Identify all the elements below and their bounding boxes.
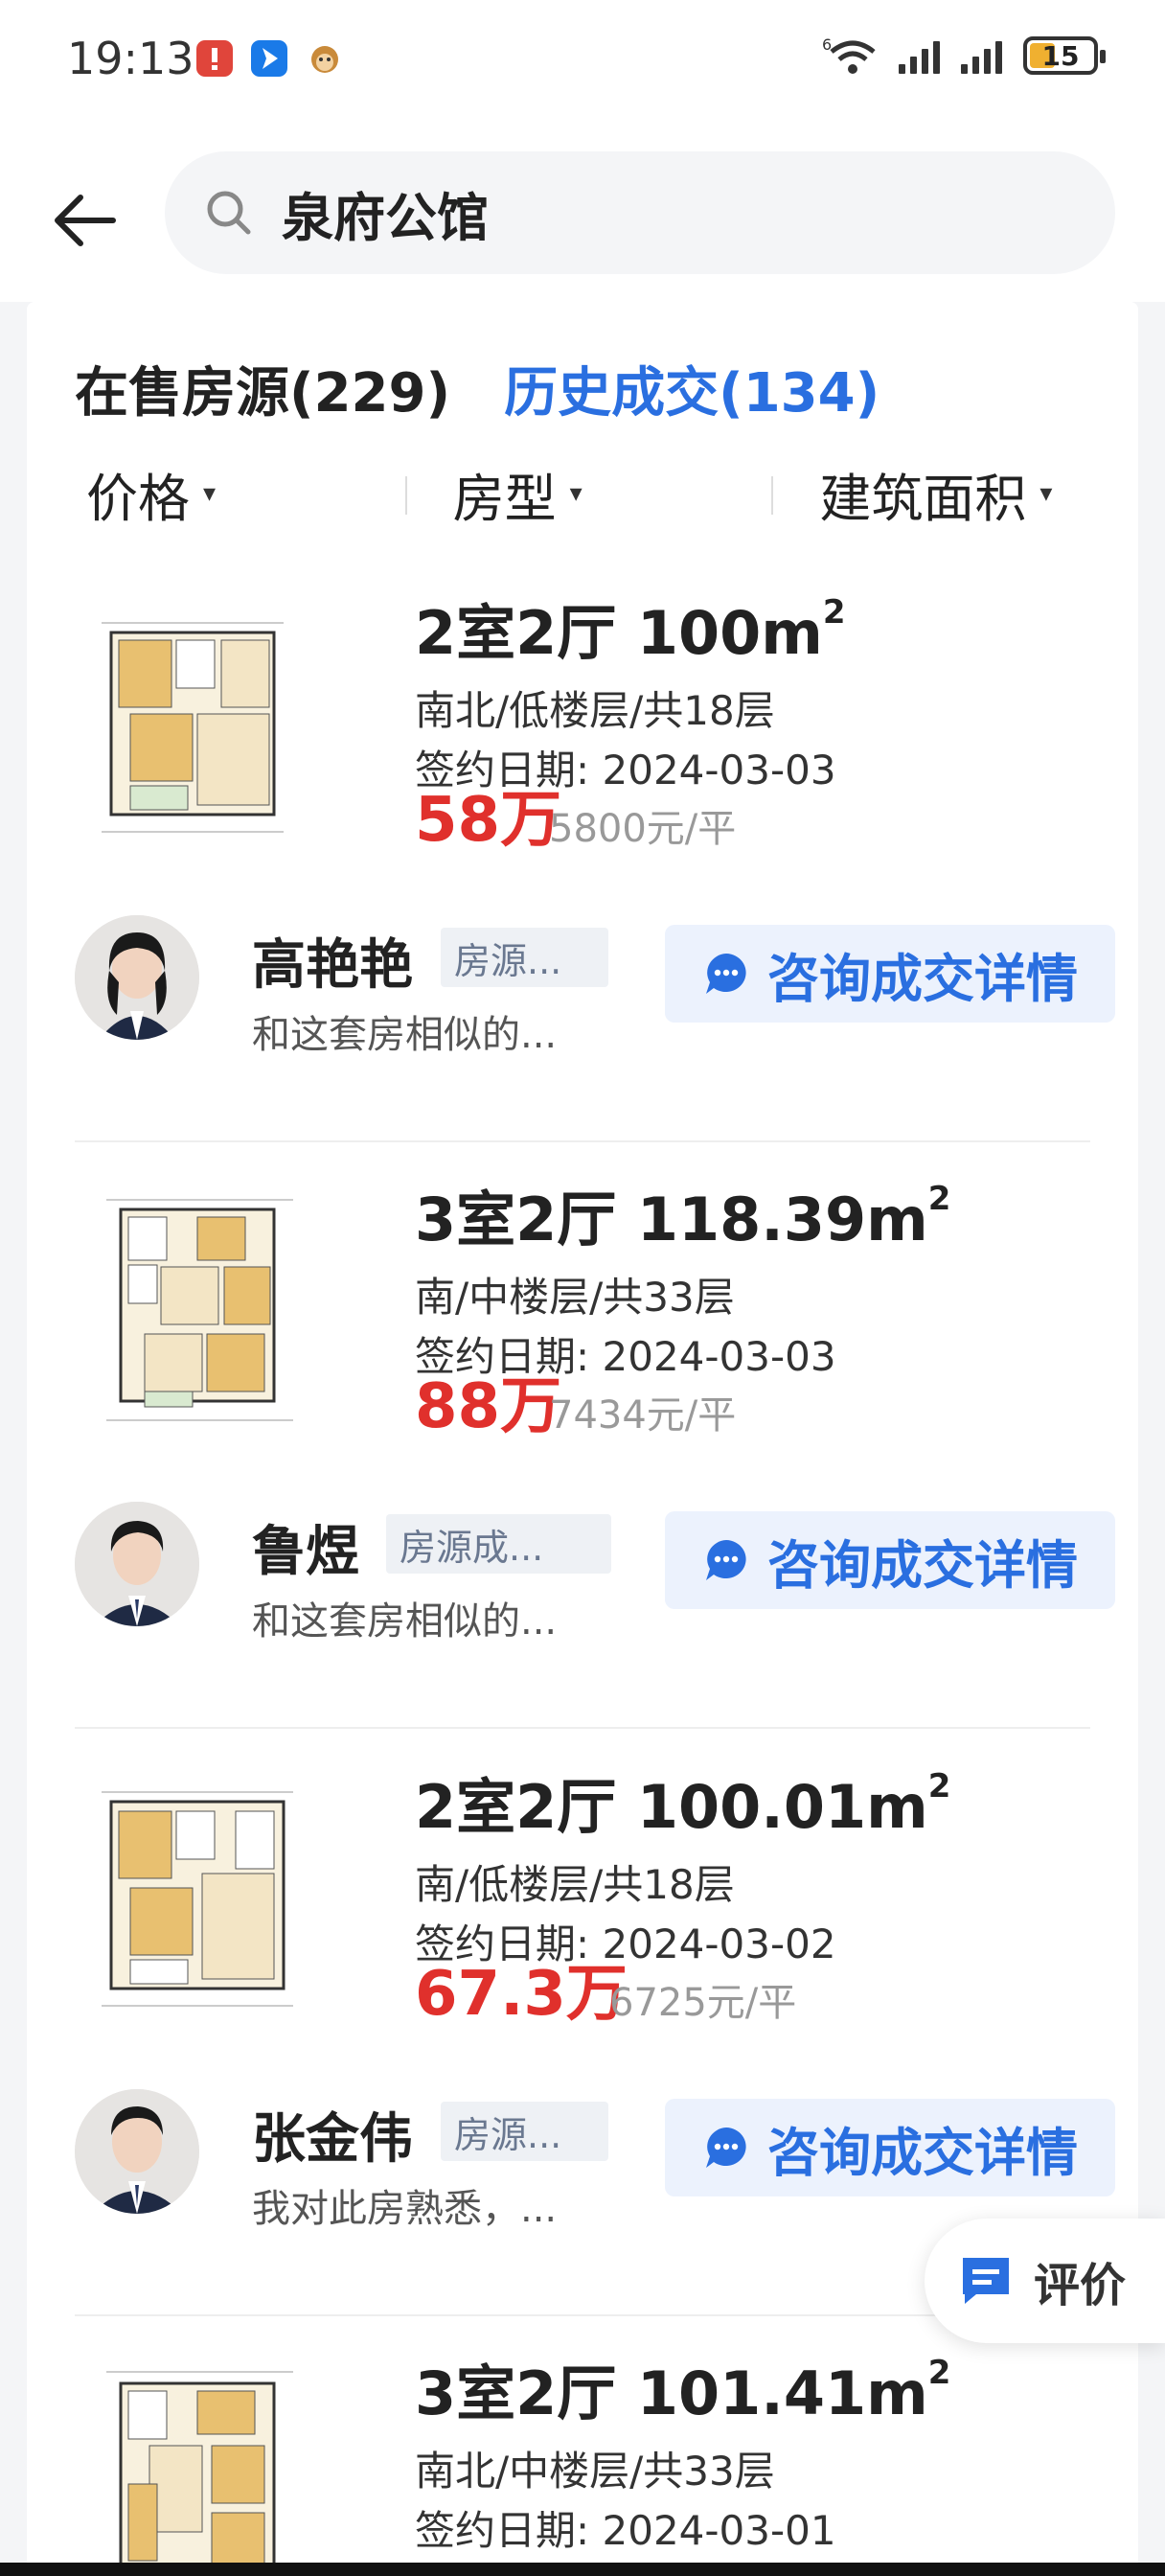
floor-plan-image (102, 1791, 293, 2007)
search-query: 泉府公馆 (282, 187, 489, 248)
listing-title: 2室2厅 100.01m2 (415, 1767, 951, 1842)
listing-price: 67.3万 (415, 1959, 628, 2030)
filter-price-label: 价格 (86, 468, 190, 529)
listing-price: 58万 (415, 785, 562, 856)
listing-orientation: 南北/低楼层/共18层 (415, 687, 775, 734)
tab-history-deals[interactable]: 历史成交(134) (504, 350, 879, 427)
filter-price[interactable]: 价格 ▾ (27, 455, 405, 532)
status-bar: 19:13 6 15 (0, 0, 1165, 115)
agent-tag: 房源... (441, 928, 608, 987)
monkey-app-icon (307, 40, 343, 77)
listing-orientation: 南/低楼层/共18层 (415, 1861, 735, 1908)
search-icon (207, 191, 251, 235)
review-button-label: 评价 (1034, 2259, 1127, 2312)
consult-deal-button-label: 咨询成交详情 (767, 2122, 1078, 2183)
review-button[interactable]: 评价 (925, 2219, 1165, 2343)
wifi-icon: 6 (822, 35, 876, 74)
consult-deal-button[interactable]: 咨询成交详情 (665, 925, 1115, 1023)
listing-unit-price: 5800元/平 (549, 807, 737, 851)
avatar[interactable] (75, 1502, 199, 1626)
listing-orientation: 南北/中楼层/共33层 (415, 2448, 775, 2495)
avatar[interactable] (75, 2089, 199, 2214)
filter-area[interactable]: 建筑面积 ▾ (771, 455, 1138, 532)
notification-app-icon (196, 40, 233, 77)
agent-tag: 房源成... (386, 1514, 611, 1574)
listing-title: 3室2厅 101.41m2 (415, 2354, 951, 2428)
status-time: 19:13 (67, 33, 194, 84)
agent-description: 和这套房相似的... (252, 1599, 558, 1644)
listing-unit-price: 6725元/平 (609, 1981, 797, 2025)
chevron-down-icon: ▾ (203, 479, 217, 508)
agent-description: 我对此房熟悉，... (252, 2187, 558, 2231)
consult-deal-button[interactable]: 咨询成交详情 (665, 2099, 1115, 2196)
system-nav-bar (0, 2563, 1165, 2576)
signal-icon (899, 37, 940, 74)
filter-bar: 价格 ▾ 房型 ▾ 建筑面积 ▾ (27, 455, 1138, 532)
header: 泉府公馆 (0, 115, 1165, 302)
filter-area-label: 建筑面积 (819, 468, 1027, 529)
navigation-app-icon (251, 40, 287, 77)
back-arrow-icon[interactable] (50, 182, 126, 259)
status-right: 6 15 (822, 34, 1106, 77)
chevron-down-icon: ▾ (1039, 479, 1053, 508)
consult-deal-button[interactable]: 咨询成交详情 (665, 1511, 1115, 1609)
listing-unit-price: 7434元/平 (549, 1393, 737, 1438)
consult-deal-button-label: 咨询成交详情 (767, 948, 1078, 1009)
divider (75, 1140, 1090, 1142)
agent-tag: 房源... (441, 2102, 608, 2161)
floor-plan-image (106, 2371, 293, 2576)
agent-name: 张金伟 (252, 2108, 413, 2171)
comment-icon (963, 2258, 1009, 2304)
filter-layout[interactable]: 房型 ▾ (404, 455, 772, 532)
listing-price: 88万 (415, 1371, 562, 1442)
agent-name: 鲁煜 (252, 1521, 359, 1583)
chevron-down-icon: ▾ (569, 479, 582, 508)
listing-title: 3室2厅 118.39m2 (415, 1180, 951, 1254)
signal-icon (961, 37, 1002, 74)
svg-text:6: 6 (822, 35, 832, 54)
listing-sign-date: 签约日期: 2024-03-01 (415, 2507, 836, 2554)
search-input[interactable]: 泉府公馆 (165, 151, 1115, 274)
floor-plan-image (102, 622, 284, 833)
battery-icon: 15 (1023, 36, 1106, 75)
listing-orientation: 南/中楼层/共33层 (415, 1274, 735, 1321)
chat-icon (706, 1540, 746, 1580)
chat-icon (706, 954, 746, 994)
divider (75, 1727, 1090, 1729)
tab-on-sale[interactable]: 在售房源(229) (75, 350, 450, 427)
agent-description: 和这套房相似的... (252, 1013, 558, 1057)
consult-deal-button-label: 咨询成交详情 (767, 1534, 1078, 1596)
listing-title: 2室2厅 100m2 (415, 593, 846, 668)
floor-plan-image (106, 1199, 293, 1421)
agent-name: 高艳艳 (252, 934, 413, 997)
avatar[interactable] (75, 915, 199, 1040)
chat-icon (706, 2128, 746, 2168)
tab-bar: 在售房源(229) 历史成交(134) (75, 350, 879, 427)
filter-layout-label: 房型 (452, 468, 557, 529)
